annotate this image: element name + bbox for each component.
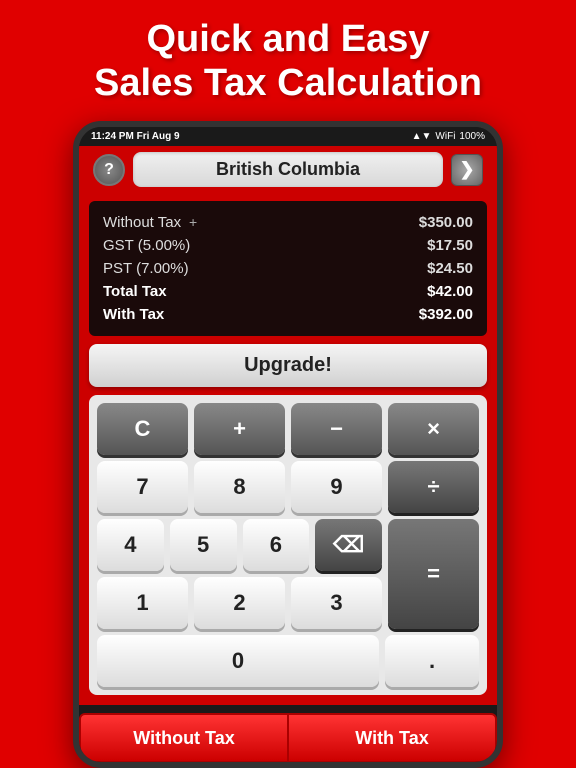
calc-button[interactable]: 8	[194, 461, 285, 513]
tax-value: $17.50	[427, 237, 473, 254]
calc-button[interactable]: ×	[388, 403, 479, 455]
calc-row-123: 123	[97, 577, 382, 629]
calc-button[interactable]: 6	[243, 519, 310, 571]
calc-button[interactable]: ÷	[388, 461, 479, 513]
tax-value: $392.00	[419, 306, 473, 323]
calc-button[interactable]: 3	[291, 577, 382, 629]
without-tax-button[interactable]: Without Tax	[79, 713, 288, 763]
calc-row-0: 0.	[97, 635, 479, 687]
battery-icon: 100%	[459, 131, 485, 142]
wifi-icon: WiFi	[435, 131, 455, 142]
calc-button[interactable]: +	[194, 403, 285, 455]
upgrade-button[interactable]: Upgrade!	[89, 344, 487, 387]
status-bar: 11:24 PM Fri Aug 9 ▲▼ WiFi 100%	[79, 127, 497, 146]
calc-row-789: 789÷	[97, 461, 479, 513]
tax-label: Total Tax	[103, 283, 167, 300]
tax-value: $350.00	[419, 214, 473, 231]
calc-row-operators: C+−×	[97, 403, 479, 455]
signal-icon: ▲▼	[412, 131, 432, 142]
tax-label: GST (5.00%)	[103, 237, 190, 254]
bottom-buttons: Without Tax With Tax	[79, 713, 497, 763]
calc-button[interactable]: −	[291, 403, 382, 455]
calc-row-456: 456⌫	[97, 519, 382, 571]
calculator: C+−×789÷456⌫123=0.	[89, 395, 487, 695]
with-tax-button[interactable]: With Tax	[288, 713, 497, 763]
help-button[interactable]: ?	[93, 154, 125, 186]
decimal-button[interactable]: .	[385, 635, 479, 687]
calc-button[interactable]: 9	[291, 461, 382, 513]
zero-button[interactable]: 0	[97, 635, 379, 687]
calc-button[interactable]: 7	[97, 461, 188, 513]
calc-button[interactable]: 1	[97, 577, 188, 629]
tax-row: PST (7.00%) $24.50	[103, 257, 473, 280]
calc-button[interactable]: 4	[97, 519, 164, 571]
app-title: Quick and Easy Sales Tax Calculation	[94, 18, 482, 105]
calc-button[interactable]: 5	[170, 519, 237, 571]
region-selector: ? British Columbia ❯	[89, 146, 487, 193]
calc-button[interactable]: 2	[194, 577, 285, 629]
next-region-button[interactable]: ❯	[451, 154, 483, 186]
tax-label: Without Tax +	[103, 214, 197, 231]
tax-results-panel: Without Tax + $350.00 GST (5.00%) $17.50 PST…	[89, 201, 487, 336]
status-time: 11:24 PM Fri Aug 9	[91, 131, 180, 142]
plus-icon: +	[185, 214, 197, 230]
tax-label: With Tax	[103, 306, 164, 323]
equals-button[interactable]: =	[388, 519, 479, 629]
calc-button[interactable]: C	[97, 403, 188, 455]
app-header: Quick and Easy Sales Tax Calculation	[74, 0, 502, 115]
tax-row: With Tax $392.00	[103, 303, 473, 326]
tax-value: $24.50	[427, 260, 473, 277]
tax-row: Without Tax + $350.00	[103, 211, 473, 234]
calc-button[interactable]: ⌫	[315, 519, 382, 571]
tax-value: $42.00	[427, 283, 473, 300]
tax-label: PST (7.00%)	[103, 260, 189, 277]
status-icons: ▲▼ WiFi 100%	[412, 131, 485, 142]
device-frame: 11:24 PM Fri Aug 9 ▲▼ WiFi 100% ? Britis…	[73, 121, 503, 768]
region-name: British Columbia	[133, 152, 443, 187]
app-area: ? British Columbia ❯ Without Tax + $350.0…	[79, 146, 497, 705]
calc-rows-23: 456⌫ 123=	[97, 519, 479, 629]
tax-row: Total Tax $42.00	[103, 280, 473, 303]
tax-row: GST (5.00%) $17.50	[103, 234, 473, 257]
